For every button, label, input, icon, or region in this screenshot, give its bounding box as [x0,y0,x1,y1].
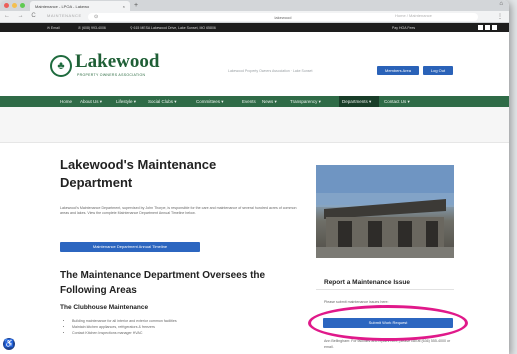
nav-item-contact[interactable]: Contact Us ▾ [384,99,410,105]
nav-item-transparency[interactable]: Transparency ▾ [290,99,321,105]
nav-item-news[interactable]: News ▾ [262,99,277,105]
window-controls [4,3,25,8]
building-photo-art [316,165,454,258]
clubhouse-heading: The Clubhouse Maintenance [60,304,149,311]
nav-item-committees[interactable]: Committees ▾ [196,99,224,105]
site-logo-subtitle: PROPERTY OWNERS ASSOCIATION [77,73,146,77]
tree-logo-icon[interactable]: ♣ [50,55,72,77]
nav-item-events[interactable]: Events [242,99,256,104]
minimize-window-button[interactable] [12,3,17,8]
list-item: Contact Kitchen Inspections manager HVAC [72,330,298,336]
social-icons [478,25,497,30]
nav-item-lifestyle[interactable]: Lifestyle ▾ [116,99,136,105]
breadcrumb-bar [0,107,509,143]
logout-button[interactable]: Log Out [423,66,453,75]
nav-item-social-clubs[interactable]: Social Clubs ▾ [148,99,177,105]
tab-title: Maintenance - LPOA - Lakewo [35,4,90,9]
browser-menu-icon[interactable]: ⋮ [497,13,503,20]
address-link[interactable]: ⚲ 615 MESA Lakewood Drive, Lake Sunset, … [130,26,216,30]
building-photo [316,165,454,258]
annual-timeline-button[interactable]: Maintenance Department Annual Timeline [60,242,200,252]
instagram-icon[interactable] [485,25,490,30]
report-issue-heading: Report a Maintenance Issue [324,279,410,286]
facebook-icon[interactable] [478,25,483,30]
nav-item-home[interactable]: Home [60,99,72,104]
accessibility-icon[interactable]: ♿ [3,338,15,350]
close-window-button[interactable] [4,3,9,8]
members-area-button[interactable]: Members Area [377,66,419,75]
header-tagline: Lakewood Property Owners Association · L… [228,69,313,73]
browser-tab[interactable]: Maintenance - LPOA - Lakewo × [30,1,130,11]
tab-menu-icon[interactable]: ⌂ [499,1,503,7]
highlight-circle [308,305,468,341]
youtube-icon[interactable] [492,25,497,30]
new-tab-icon[interactable]: + [134,1,138,10]
sidebar-divider [316,289,454,290]
breadcrumb[interactable]: Home / Maintenance [395,13,432,18]
email-link[interactable]: ✉ Email [47,26,60,30]
clubhouse-list: Building maintenance for all interior an… [68,318,298,336]
maximize-window-button[interactable] [20,3,25,8]
areas-heading: The Maintenance Department Oversees the … [60,270,266,296]
site-logo-name[interactable]: Lakewood [75,51,159,73]
report-issue-text: Please submit maintenance issues here: [324,300,389,304]
site-top-bar: ✉ Email ✆ (608) 993-4006 ⚲ 615 MESA Lake… [0,23,509,32]
nav-item-about[interactable]: About Us ▾ [80,99,102,105]
tab-strip: Maintenance - LPOA - Lakewo × + ⌂ [0,0,509,11]
tab-close-icon[interactable]: × [123,4,125,9]
pay-fees-link[interactable]: Pay HOA Fees [392,26,415,30]
page-banner-title: MAINTENANCE [47,13,82,18]
nav-item-departments[interactable]: Departments ▾ [342,99,371,105]
browser-window: Maintenance - LPOA - Lakewo × + ⌂ ← → C … [0,0,509,354]
page-title: Lakewood's Maintenance Department [60,157,217,190]
phone-link[interactable]: ✆ (608) 993-4006 [78,26,106,30]
navigation-icons[interactable]: ← → C [4,13,39,19]
intro-paragraph: Lakewood's Maintenance Department, super… [60,206,297,216]
